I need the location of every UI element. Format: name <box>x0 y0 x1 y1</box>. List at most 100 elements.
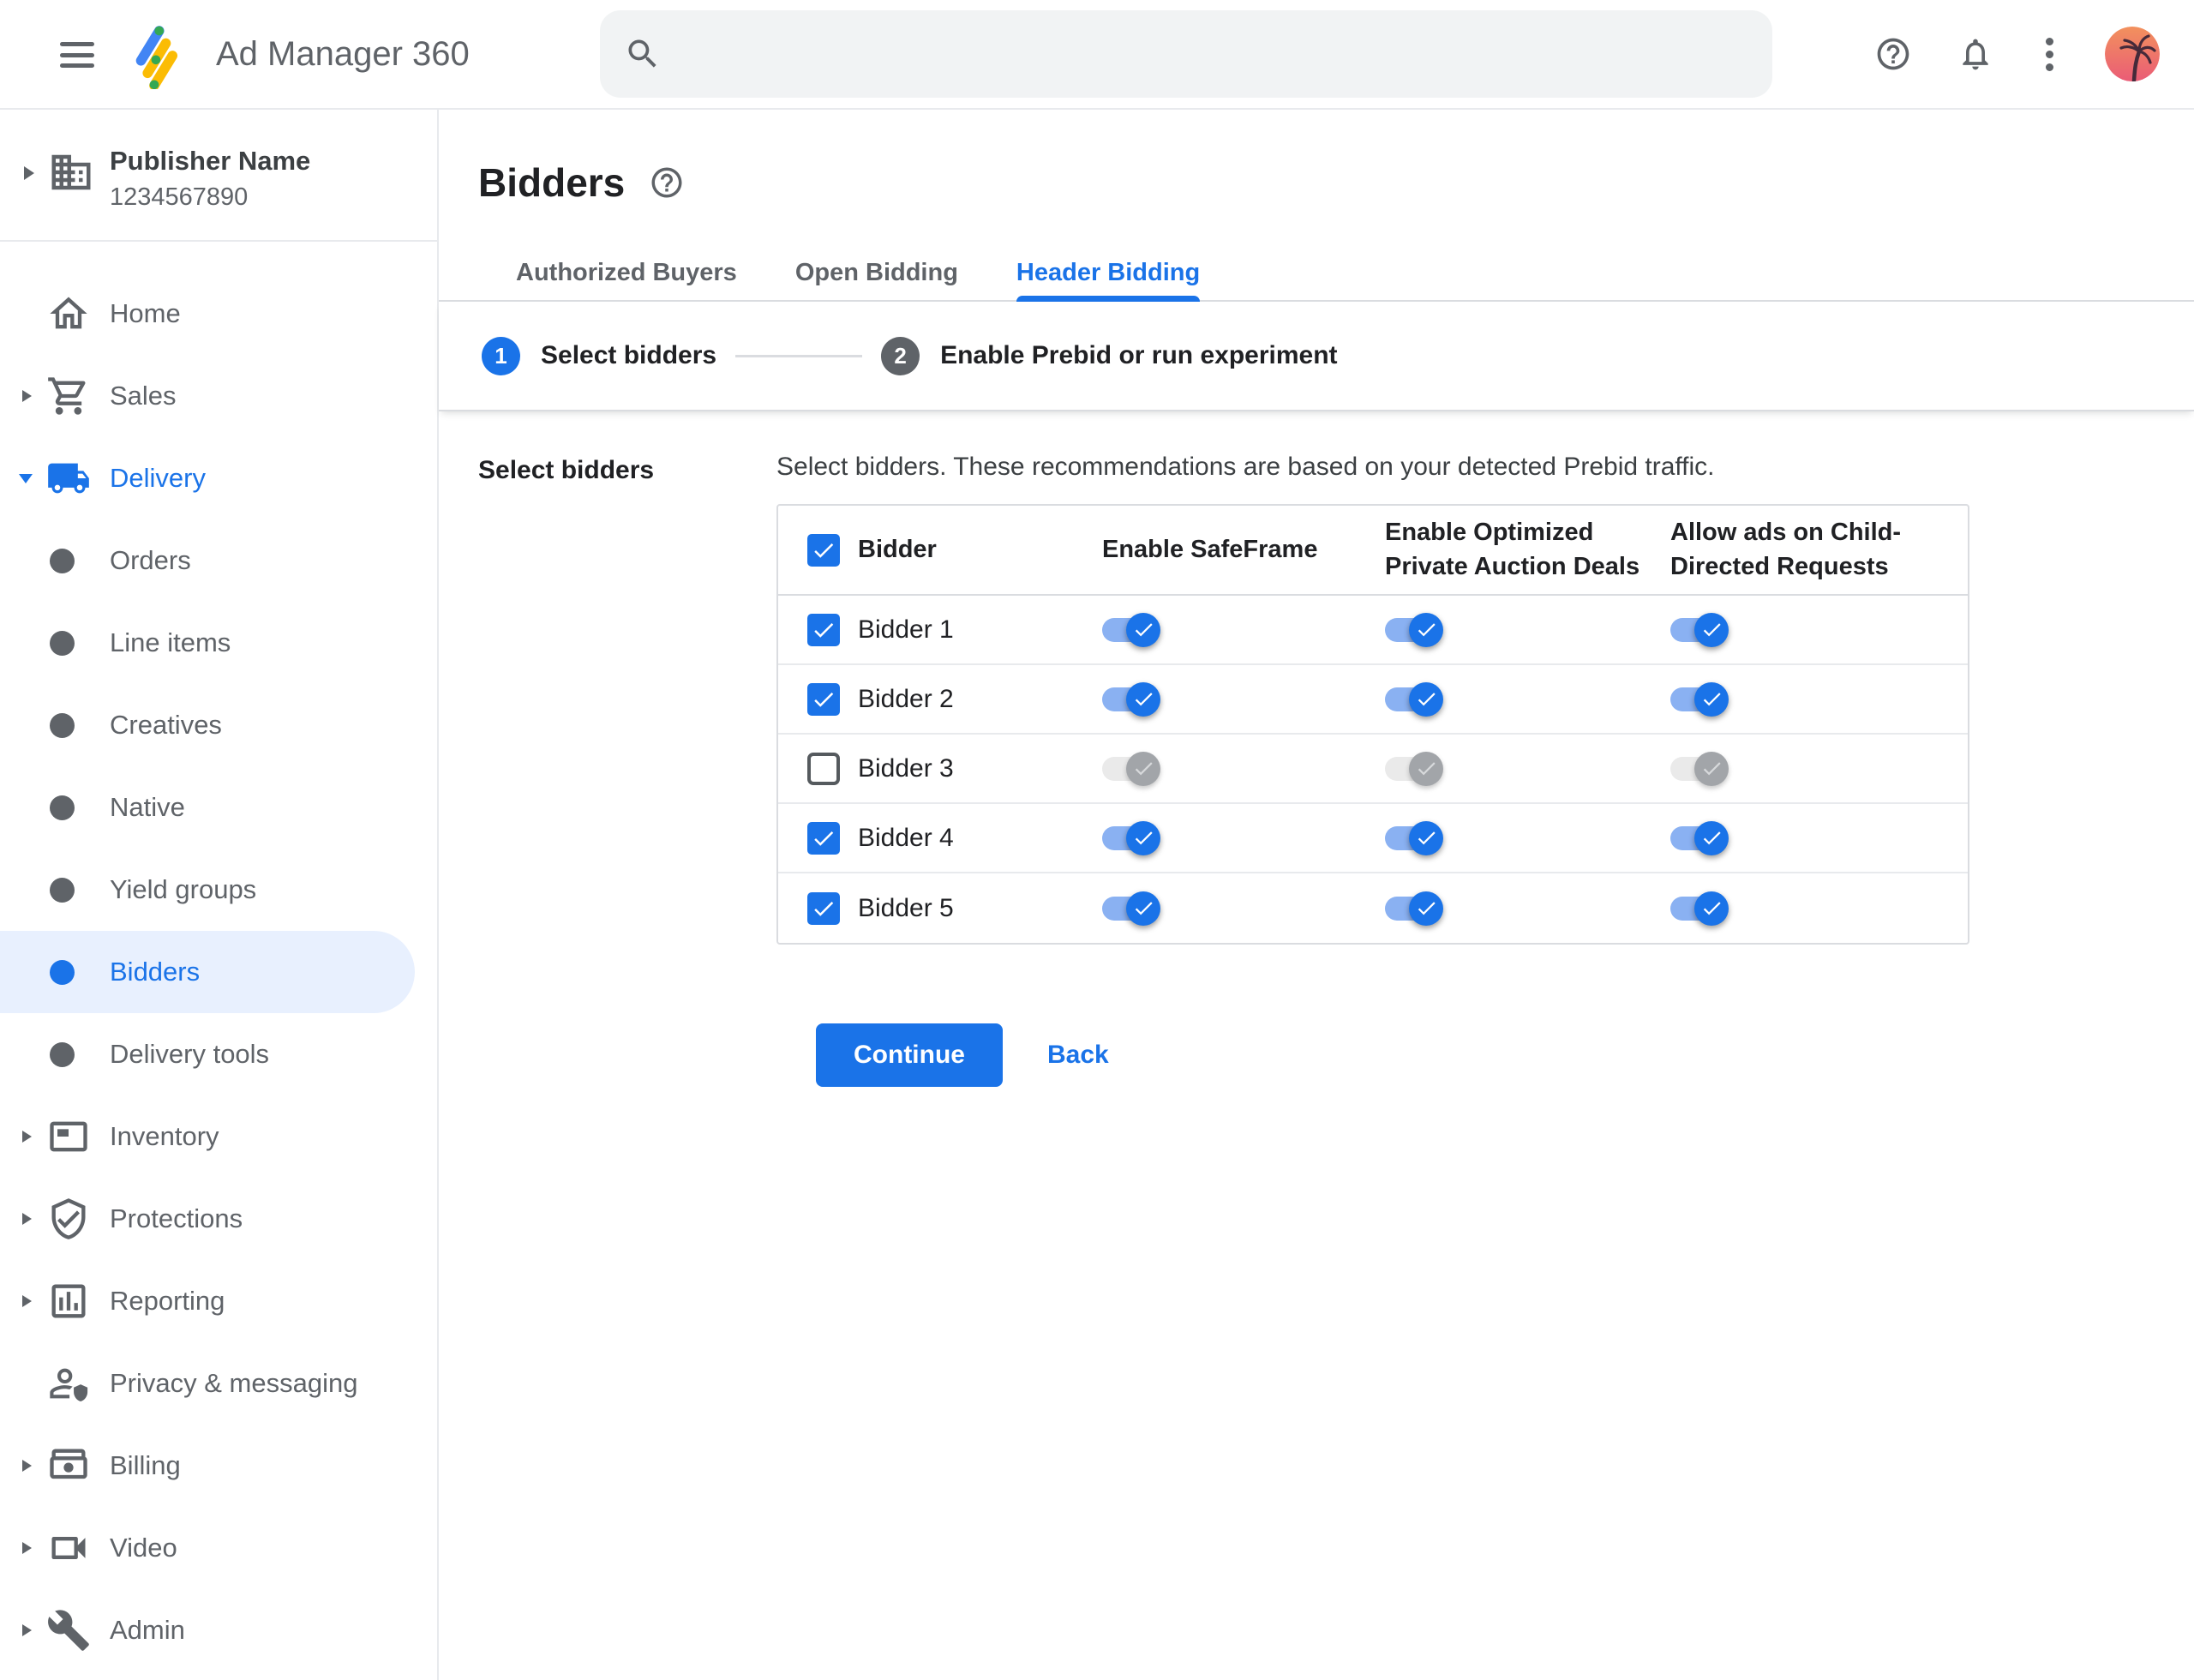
sidebar-nav: Publisher Name 1234567890 Home Sales Deliv… <box>0 110 439 1680</box>
bullet-icon <box>50 548 75 573</box>
continue-button[interactable]: Continue <box>816 1023 1003 1087</box>
row-checkbox-bidder-4[interactable] <box>807 821 840 855</box>
safeframe-toggle-bidder-5[interactable] <box>1102 891 1160 926</box>
bidder-name: Bidder 4 <box>858 823 954 852</box>
toggle-thumb <box>1126 612 1160 647</box>
publisher-switcher[interactable]: Publisher Name 1234567890 <box>0 110 437 242</box>
child-directed-toggle-bidder-2[interactable] <box>1670 681 1729 717</box>
tab-open-bidding[interactable]: Open Bidding <box>795 245 958 300</box>
sidebar-item-yield-groups[interactable]: Yield groups <box>0 849 437 931</box>
step-1-badge: 1 <box>482 336 520 375</box>
video-icon <box>46 1526 91 1570</box>
safeframe-toggle-bidder-4[interactable] <box>1102 820 1160 855</box>
expand-right-icon[interactable] <box>22 1460 32 1472</box>
sidebar-item-creatives[interactable]: Creatives <box>0 684 437 766</box>
publisher-expand-icon[interactable] <box>24 166 34 180</box>
optimized-deals-toggle-bidder-3[interactable] <box>1385 751 1443 786</box>
help-icon[interactable] <box>1874 35 1912 73</box>
notifications-icon[interactable] <box>1957 35 1994 73</box>
sidebar-item-label: Line items <box>110 627 231 657</box>
row-checkbox-bidder-3[interactable] <box>807 752 840 785</box>
optimized-deals-toggle-bidder-2[interactable] <box>1385 681 1443 717</box>
row-checkbox-bidder-2[interactable] <box>807 682 840 716</box>
expand-right-icon[interactable] <box>22 1542 32 1554</box>
bullet-icon <box>50 959 75 985</box>
table-row-bidder-5: Bidder 5 <box>778 873 1968 943</box>
sidebar-item-label: Yield groups <box>110 874 257 904</box>
sidebar-item-billing[interactable]: Billing <box>0 1425 437 1507</box>
menu-icon[interactable] <box>60 42 94 68</box>
sidebar-item-label: Protections <box>110 1203 243 1233</box>
select-all-checkbox[interactable] <box>807 533 840 567</box>
sidebar-item-video[interactable]: Video <box>0 1507 437 1589</box>
sidebar-item-line-items[interactable]: Line items <box>0 602 437 684</box>
sidebar-item-admin[interactable]: Admin <box>0 1589 437 1671</box>
expand-right-icon[interactable] <box>22 1624 32 1636</box>
toggle-thumb <box>1694 891 1729 926</box>
toggle-thumb <box>1409 751 1443 786</box>
child-directed-toggle-bidder-4[interactable] <box>1670 820 1729 855</box>
step-2: 2 Enable Prebid or run experiment <box>881 336 1338 375</box>
tab-authorized-buyers[interactable]: Authorized Buyers <box>516 245 737 300</box>
more-options-icon[interactable] <box>2039 37 2060 71</box>
table-row-bidder-2: Bidder 2 <box>778 665 1968 735</box>
bullet-icon <box>50 1041 75 1067</box>
sidebar-item-home[interactable]: Home <box>0 273 437 355</box>
search-input[interactable] <box>679 28 1772 80</box>
page-title: Bidders <box>478 160 626 205</box>
table-row-bidder-1: Bidder 1 <box>778 596 1968 665</box>
wizard-stepper: 1 Select bidders 2 Enable Prebid or run … <box>439 302 2194 411</box>
toggle-thumb <box>1409 820 1443 855</box>
toggle-thumb <box>1126 751 1160 786</box>
bullet-icon <box>50 712 75 738</box>
optimized-deals-toggle-bidder-4[interactable] <box>1385 820 1443 855</box>
sidebar-item-label: Inventory <box>110 1121 219 1151</box>
top-app-bar: Ad Manager 360 <box>0 0 2194 110</box>
safeframe-toggle-bidder-1[interactable] <box>1102 612 1160 647</box>
tab-header-bidding[interactable]: Header Bidding <box>1016 245 1201 302</box>
safeframe-toggle-bidder-2[interactable] <box>1102 681 1160 717</box>
sidebar-item-label: Bidders <box>110 957 201 987</box>
optimized-deals-toggle-bidder-1[interactable] <box>1385 612 1443 647</box>
optimized-deals-toggle-bidder-5[interactable] <box>1385 891 1443 926</box>
account-avatar[interactable] <box>2105 27 2160 81</box>
toggle-thumb <box>1694 612 1729 647</box>
sidebar-item-bidders[interactable]: Bidders <box>0 931 415 1013</box>
expand-right-icon[interactable] <box>22 1213 32 1225</box>
back-button[interactable]: Back <box>1047 1041 1109 1070</box>
sidebar-item-sales[interactable]: Sales <box>0 355 437 437</box>
child-directed-toggle-bidder-1[interactable] <box>1670 612 1729 647</box>
column-header-bidder: Bidder <box>858 535 937 563</box>
step-1: 1 Select bidders <box>482 336 716 375</box>
sidebar-item-delivery[interactable]: Delivery <box>0 437 437 519</box>
sidebar-item-protections[interactable]: Protections <box>0 1178 437 1260</box>
bidders-table: Bidder Enable SafeFrame Enable Optimized… <box>776 504 1969 945</box>
search-bar[interactable] <box>600 10 1772 98</box>
child-directed-toggle-bidder-5[interactable] <box>1670 891 1729 926</box>
expand-right-icon[interactable] <box>22 1131 32 1143</box>
table-row-bidder-3: Bidder 3 <box>778 735 1968 804</box>
publisher-name: Publisher Name <box>110 146 311 176</box>
toggle-thumb <box>1694 751 1729 786</box>
safeframe-toggle-bidder-3[interactable] <box>1102 751 1160 786</box>
product-name: Ad Manager 360 <box>216 35 470 73</box>
collapse-down-icon[interactable] <box>19 473 33 483</box>
sidebar-item-label: Orders <box>110 545 191 575</box>
sidebar-item-orders[interactable]: Orders <box>0 519 437 602</box>
page-help-icon[interactable] <box>649 165 685 201</box>
sidebar-item-delivery-tools[interactable]: Delivery tools <box>0 1013 437 1095</box>
row-checkbox-bidder-5[interactable] <box>807 891 840 925</box>
billing-icon <box>46 1443 91 1488</box>
toggle-thumb <box>1694 820 1729 855</box>
sidebar-item-reporting[interactable]: Reporting <box>0 1260 437 1342</box>
sidebar-item-privacy-and-messaging[interactable]: Privacy & messaging <box>0 1342 437 1425</box>
building-icon <box>48 149 94 200</box>
truck-icon <box>46 456 91 501</box>
sidebar-item-label: Creatives <box>110 710 222 740</box>
expand-right-icon[interactable] <box>22 1295 32 1307</box>
child-directed-toggle-bidder-3[interactable] <box>1670 751 1729 786</box>
row-checkbox-bidder-1[interactable] <box>807 613 840 646</box>
sidebar-item-inventory[interactable]: Inventory <box>0 1095 437 1178</box>
expand-right-icon[interactable] <box>22 390 32 402</box>
sidebar-item-native[interactable]: Native <box>0 766 437 849</box>
